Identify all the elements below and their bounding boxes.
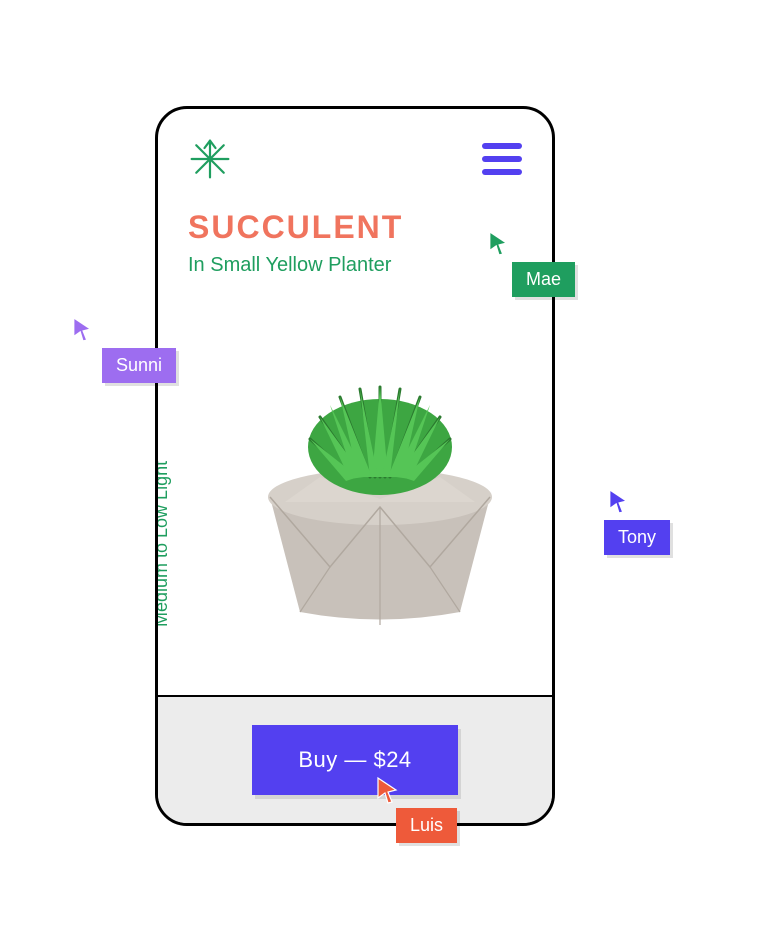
collaborator-cursor-luis: Luis xyxy=(376,776,457,843)
cursor-arrow-icon xyxy=(608,488,630,514)
product-title: SUCCULENT xyxy=(188,209,522,246)
menu-hamburger-icon[interactable] xyxy=(482,139,522,179)
collaborator-label: Mae xyxy=(512,262,575,297)
product-image-area: Medium to Low Light xyxy=(158,277,552,657)
logo-starburst-icon xyxy=(188,137,232,181)
collaborator-cursor-mae: Mae xyxy=(488,230,575,297)
collaborator-cursor-tony: Tony xyxy=(608,488,670,555)
product-subtitle: In Small Yellow Planter xyxy=(188,254,522,277)
collaborator-label: Sunni xyxy=(102,348,176,383)
light-requirement: Medium to Low Light xyxy=(155,461,172,627)
collaborator-cursor-sunni: Sunni xyxy=(72,316,176,383)
cursor-arrow-icon xyxy=(72,316,94,342)
cursor-arrow-icon xyxy=(376,776,400,804)
app-header xyxy=(158,109,552,191)
succulent-planter-icon xyxy=(240,327,520,627)
cursor-arrow-icon xyxy=(488,230,510,256)
mobile-mockup-frame: SUCCULENT In Small Yellow Planter Medium… xyxy=(155,106,555,826)
buy-bar: Buy — $24 xyxy=(158,695,552,823)
collaborator-label: Luis xyxy=(396,808,457,843)
collaborator-label: Tony xyxy=(604,520,670,555)
